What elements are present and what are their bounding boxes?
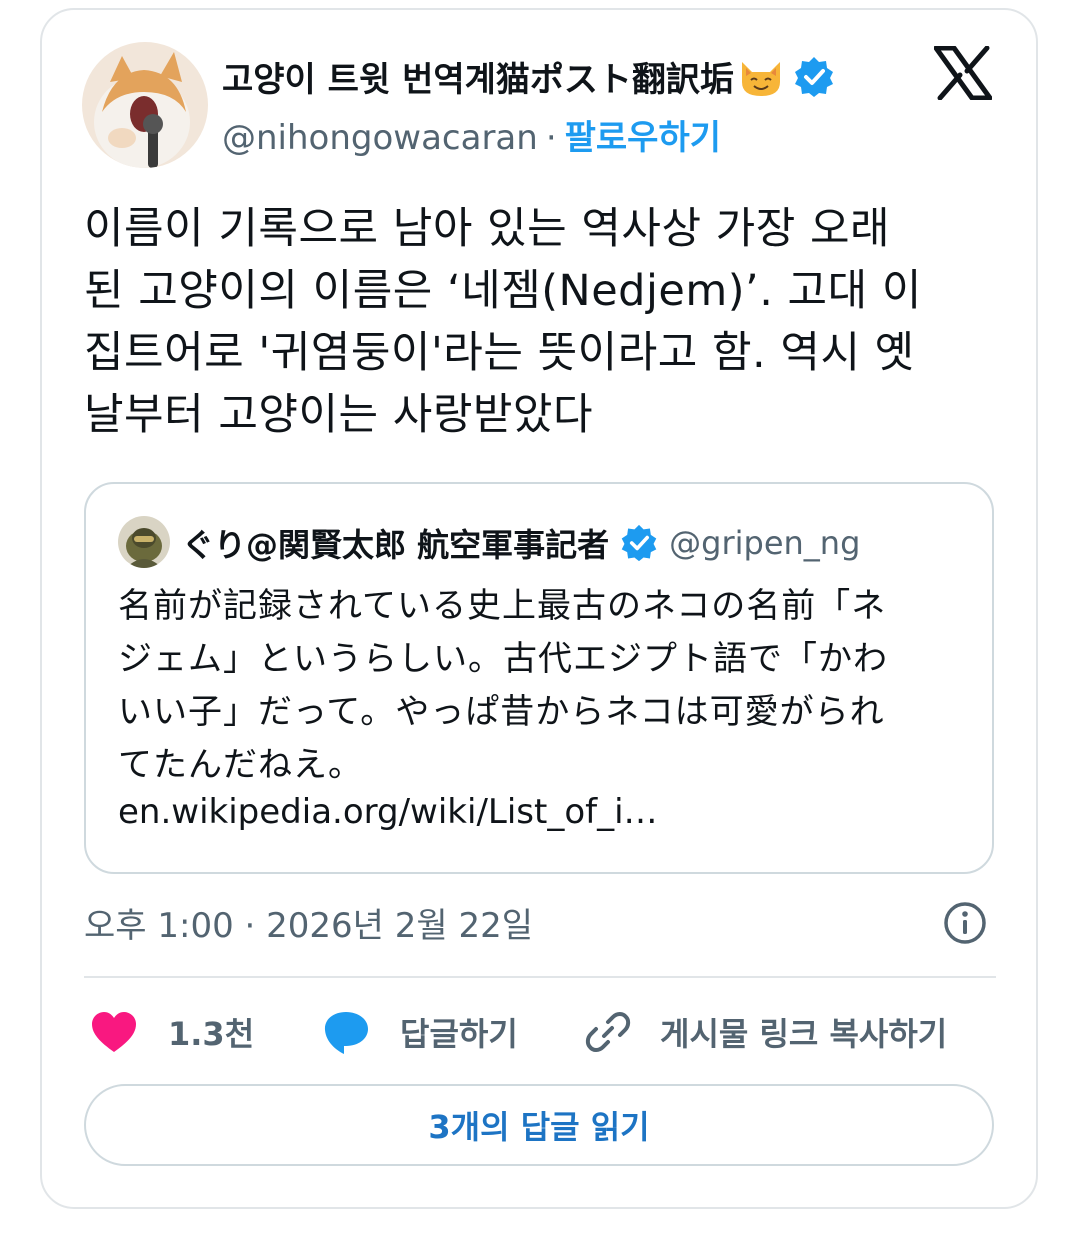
quoted-author-avatar[interactable] (118, 516, 170, 568)
quoted-display-name[interactable]: ぐり@関賢太郎 航空軍事記者 (182, 520, 609, 566)
read-replies-button[interactable]: 3개의 답글 읽기 (84, 1084, 994, 1166)
author-display-name-row[interactable]: 고양이 트윗 번역계猫ポスト翻訳垢 (222, 52, 836, 101)
cat-face-emoji-icon (738, 56, 784, 98)
reply-label: 답글하기 (400, 1015, 518, 1053)
quoted-text: 名前が記録されている史上最古のネコの名前「ネ ジェム」というらしい。古代エジプト… (118, 586, 888, 785)
quoted-link[interactable]: en.wikipedia.org/wiki/List_of_i… (118, 792, 658, 832)
separator-dot: · (545, 118, 557, 158)
verified-badge-icon (792, 55, 836, 99)
quoted-tweet[interactable]: ぐり@関賢太郎 航空軍事記者 @gripen_ng 名前が記録されている史上最古… (84, 482, 994, 874)
author-avatar[interactable] (82, 42, 208, 168)
divider (84, 976, 996, 978)
heart-icon (92, 1012, 136, 1052)
follow-button[interactable]: 팔로우하기 (565, 118, 721, 158)
speech-bubble-icon (324, 1012, 368, 1054)
copy-link-button[interactable]: 게시물 링크 복사하기 (584, 1000, 947, 1064)
quoted-header: ぐり@関賢太郎 航空軍事記者 @gripen_ng (182, 520, 860, 566)
copy-link-label: 게시물 링크 복사하기 (660, 1015, 948, 1053)
x-logo-icon[interactable] (933, 45, 993, 101)
action-bar: 1.3천 답글하기 게시물 링크 복사하기 (0, 1000, 1079, 1064)
like-count: 1.3천 (168, 1015, 255, 1053)
info-icon[interactable] (942, 900, 988, 946)
author-handle[interactable]: @nihongowacaran (222, 118, 538, 158)
like-button[interactable]: 1.3천 (90, 1000, 254, 1064)
tweet-text: 이름이 기록으로 남아 있는 역사상 가장 오래 된 고양이의 이름은 ‘네젬(… (84, 204, 922, 440)
quoted-handle[interactable]: @gripen_ng (669, 524, 860, 562)
reply-button[interactable]: 답글하기 (322, 1000, 518, 1064)
link-icon (585, 1012, 631, 1052)
quoted-verified-badge-icon (619, 523, 659, 563)
tweet-timestamp[interactable]: 오후 1:00 · 2026년 2월 22일 (84, 898, 533, 947)
author-display-name[interactable]: 고양이 트윗 번역계猫ポスト翻訳垢 (222, 52, 734, 101)
author-handle-row: @nihongowacaran · 팔로우하기 (222, 110, 721, 159)
